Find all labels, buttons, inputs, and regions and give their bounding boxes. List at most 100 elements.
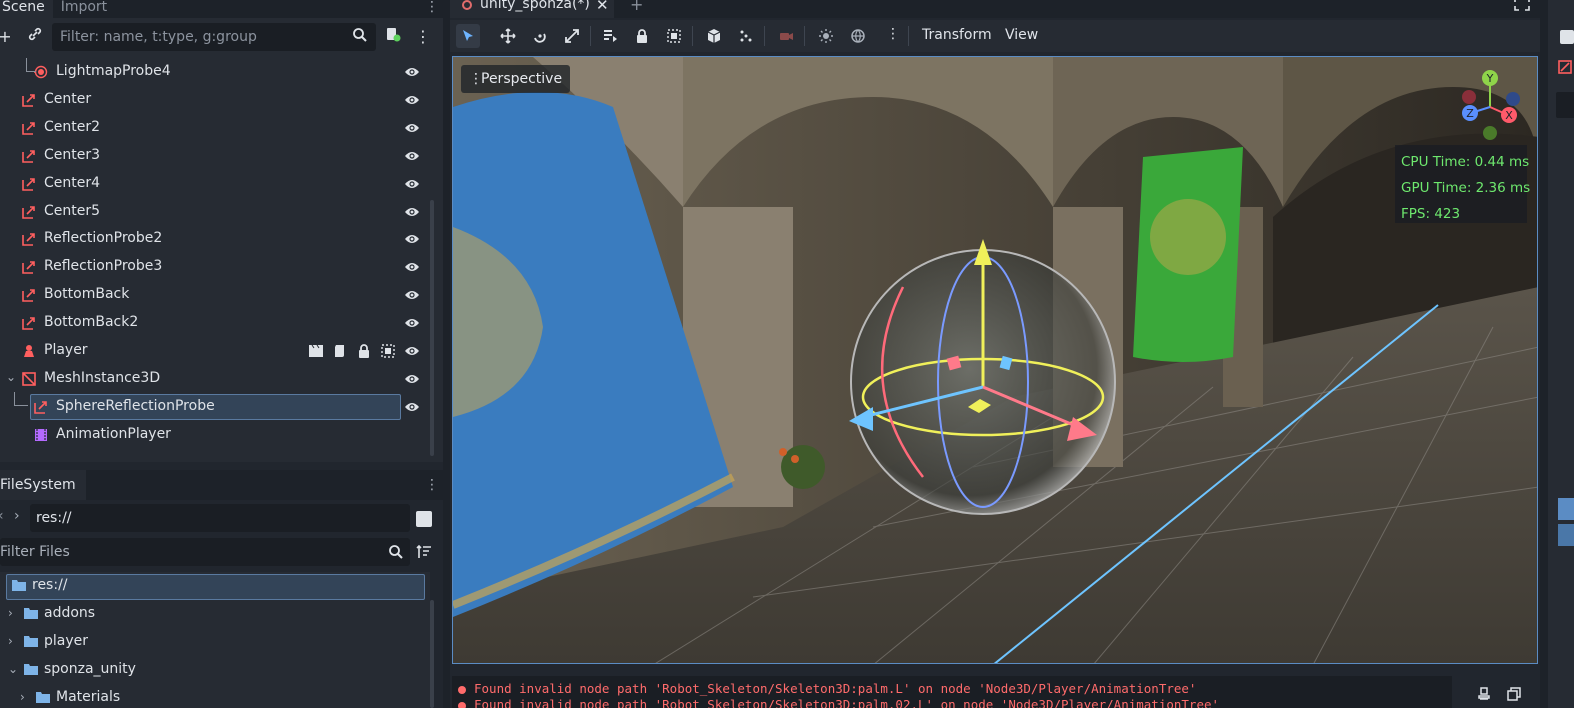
clear-log-icon[interactable]	[1476, 686, 1492, 702]
inspector-filter[interactable]	[1556, 92, 1574, 118]
scene-tab[interactable]: unity_sponza(*) ✕	[450, 0, 614, 18]
expand-arrow-icon[interactable]: ›	[8, 634, 13, 648]
add-node-icon[interactable]: +	[0, 26, 16, 48]
group-button[interactable]	[662, 24, 686, 48]
sun-preview-button[interactable]	[814, 24, 838, 48]
snap-button[interactable]	[734, 24, 758, 48]
tree-node[interactable]: SphereReflectionProbe	[0, 393, 430, 421]
expand-arrow-icon[interactable]: ›	[20, 690, 25, 704]
cube-icon	[707, 29, 721, 43]
visibility-eye-icon[interactable]	[404, 94, 420, 106]
dock-menu-icon[interactable]: ⋮	[425, 0, 439, 14]
rotate-mode-button[interactable]	[528, 24, 552, 48]
3d-viewport[interactable]: Y X Z ⋮ Perspective CPU Time: 0.44 ms GP…	[452, 56, 1538, 664]
expand-arrow-icon[interactable]: ⌄	[8, 662, 18, 676]
instance-scene-icon[interactable]	[24, 26, 46, 48]
tree-connector	[26, 58, 36, 72]
visibility-eye-icon[interactable]	[404, 122, 420, 134]
script-icon[interactable]	[332, 343, 348, 359]
visibility-eye-icon[interactable]	[404, 206, 420, 218]
attach-script-icon[interactable]	[382, 26, 404, 48]
select-mode-button[interactable]	[456, 24, 480, 48]
visibility-eye-icon[interactable]	[404, 345, 420, 357]
visibility-eye-icon[interactable]	[404, 261, 420, 273]
tab-filesystem[interactable]: FileSystem	[0, 470, 86, 500]
scene-filter-input[interactable]	[52, 23, 342, 51]
expand-arrow-icon[interactable]: ›	[8, 606, 13, 620]
viewport-more-button[interactable]: ⋮	[878, 24, 902, 48]
collapse-arrow-icon[interactable]: ⌄	[6, 370, 16, 384]
tree-node[interactable]: ⌄ MeshInstance3D	[0, 365, 430, 393]
tree-node[interactable]: Center3	[0, 142, 430, 170]
add-tab-icon[interactable]: +	[630, 0, 643, 14]
tab-scene[interactable]: Scene	[0, 0, 53, 18]
filesystem-filter-input[interactable]	[0, 538, 380, 566]
close-tab-icon[interactable]: ✕	[596, 0, 609, 14]
search-icon	[353, 28, 367, 42]
distraction-free-icon[interactable]	[1514, 0, 1530, 11]
inspector-dock-cropped	[1546, 0, 1574, 708]
transform-menu[interactable]: Transform	[922, 27, 992, 43]
tree-node[interactable]: ReflectionProbe2	[0, 225, 430, 253]
scene-toolbar: + ⋮	[0, 22, 443, 52]
filesystem-item[interactable]: › player	[0, 628, 430, 656]
filesystem-menu-icon[interactable]: ⋮	[425, 478, 439, 492]
visibility-eye-icon[interactable]	[404, 317, 420, 329]
tree-node[interactable]: Player	[0, 337, 430, 365]
filesystem-item[interactable]: ⌄ sponza_unity	[0, 656, 430, 684]
visibility-eye-icon[interactable]	[404, 401, 420, 413]
tree-node[interactable]: ReflectionProbe3	[0, 253, 430, 281]
lock-icon[interactable]	[356, 343, 372, 359]
filesystem-path-field[interactable]: res://	[30, 504, 410, 532]
move-mode-button[interactable]	[496, 24, 520, 48]
visibility-eye-icon[interactable]	[404, 373, 420, 385]
visibility-eye-icon[interactable]	[404, 178, 420, 190]
visibility-eye-icon[interactable]	[404, 289, 420, 301]
back-icon[interactable]: ‹	[0, 508, 4, 524]
tree-node[interactable]: BottomBack	[0, 281, 430, 309]
tree-node[interactable]: Center	[0, 86, 430, 114]
search-icon	[389, 545, 403, 559]
local-space-button[interactable]	[702, 24, 726, 48]
inspector-field[interactable]	[1558, 498, 1574, 520]
tree-node[interactable]: LightmapProbe4	[0, 58, 430, 86]
inspector-icon[interactable]	[1560, 30, 1574, 44]
filesystem-path-bar: ‹ › res://	[0, 504, 443, 532]
filesystem-scrollbar[interactable]	[430, 600, 434, 708]
scale-mode-button[interactable]	[560, 24, 584, 48]
reflection-probe-icon	[22, 93, 36, 107]
lock-button[interactable]	[630, 24, 654, 48]
more-icon: ⋮	[469, 71, 483, 87]
filesystem-item[interactable]: › Materials	[0, 684, 430, 708]
visibility-eye-icon[interactable]	[404, 233, 420, 245]
tree-node[interactable]: Center4	[0, 170, 430, 198]
preview-camera-button[interactable]	[774, 24, 798, 48]
list-select-button[interactable]	[598, 24, 622, 48]
filesystem-item-label: addons	[44, 605, 96, 621]
tree-node[interactable]: BottomBack2	[0, 309, 430, 337]
clapperboard-icon[interactable]	[308, 343, 324, 359]
forward-icon[interactable]: ›	[14, 508, 20, 524]
error-icon	[458, 701, 466, 708]
toggle-split-icon[interactable]	[416, 511, 432, 527]
filesystem-item[interactable]: › addons	[0, 600, 430, 628]
tree-node[interactable]: AnimationPlayer	[0, 421, 430, 449]
scene-more-icon[interactable]: ⋮	[412, 26, 434, 48]
rotate-icon	[534, 33, 546, 43]
group-icon[interactable]	[380, 343, 396, 359]
copy-log-icon[interactable]	[1506, 686, 1522, 702]
scene-tree-scrollbar[interactable]	[430, 200, 434, 456]
tree-node[interactable]: Center5	[0, 198, 430, 226]
tree-node[interactable]: Center2	[0, 114, 430, 142]
tree-node-label: BottomBack2	[44, 314, 139, 331]
tab-import[interactable]: Import	[53, 0, 115, 18]
view-menu[interactable]: View	[1005, 27, 1038, 43]
environment-preview-button[interactable]	[846, 24, 870, 48]
visibility-eye-icon[interactable]	[404, 150, 420, 162]
sort-icon[interactable]	[416, 544, 432, 560]
inspector-field[interactable]	[1558, 524, 1574, 546]
filesystem-item-label: sponza_unity	[44, 661, 136, 677]
perspective-menu-button[interactable]: ⋮ Perspective	[461, 65, 571, 93]
filesystem-item[interactable]: res://	[0, 572, 430, 600]
visibility-eye-icon[interactable]	[404, 66, 420, 78]
